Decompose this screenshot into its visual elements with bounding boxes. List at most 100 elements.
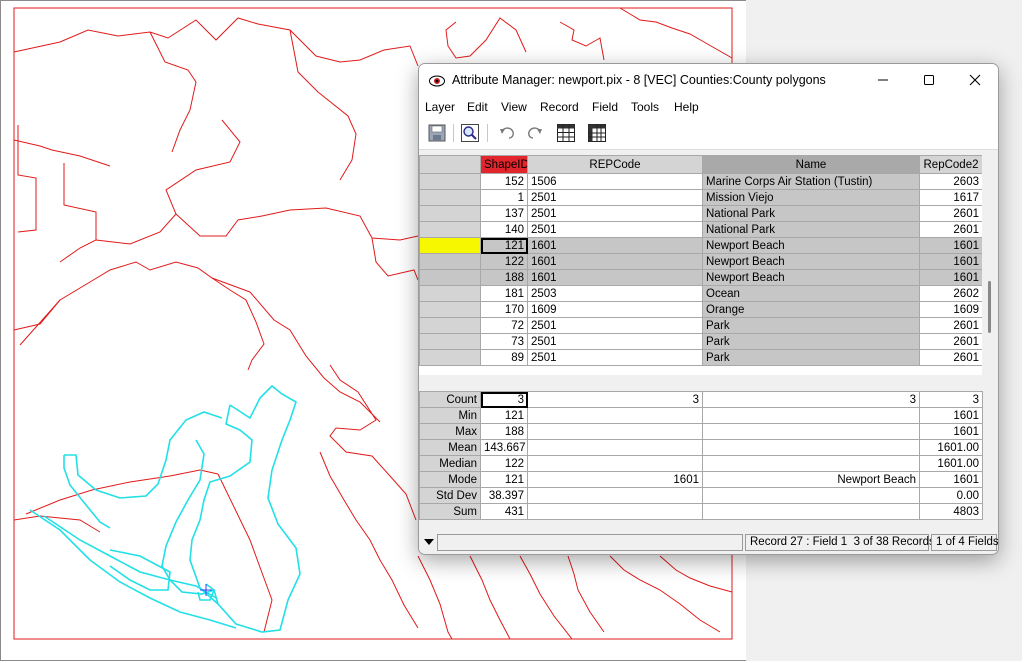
column-header-repcode[interactable]: REPCode — [527, 155, 703, 174]
cell-repcode[interactable]: 2501 — [527, 317, 703, 334]
cell-name[interactable]: Park — [702, 333, 920, 350]
stats-repcode2[interactable]: 1601 — [919, 423, 983, 440]
stats-name[interactable] — [702, 423, 920, 440]
row-header[interactable] — [419, 301, 481, 318]
cell-name[interactable]: Mission Viejo — [702, 189, 920, 206]
cell-name[interactable]: National Park — [702, 221, 920, 238]
cell-shapeid[interactable]: 137 — [480, 205, 528, 222]
cell-repcode[interactable]: 1506 — [527, 173, 703, 190]
cell-repcode[interactable]: 1609 — [527, 301, 703, 318]
cell-repcode[interactable]: 1601 — [527, 253, 703, 270]
maximize-button[interactable] — [906, 64, 952, 97]
cell-repcode2[interactable]: 1601 — [919, 253, 982, 270]
cell-shapeid[interactable]: 72 — [480, 317, 528, 334]
stats-name[interactable] — [702, 455, 920, 472]
scrollbar-thumb[interactable] — [988, 281, 991, 333]
vertical-scrollbar[interactable] — [984, 155, 996, 375]
cell-repcode2[interactable]: 2601 — [919, 349, 982, 366]
stats-repcode[interactable]: 1601 — [527, 471, 703, 488]
cell-repcode2[interactable]: 2601 — [919, 205, 982, 222]
cell-shapeid[interactable]: 170 — [480, 301, 528, 318]
table-row[interactable]: 1 2501 Mission Viejo 1617 — [419, 189, 982, 206]
attribute-table[interactable]: ShapeID REPCode Name RepCode2 152 1506 Mar… — [419, 155, 982, 375]
cell-repcode[interactable]: 2503 — [527, 285, 703, 302]
redo-icon[interactable] — [525, 123, 545, 143]
cell-shapeid[interactable]: 181 — [480, 285, 528, 302]
stats-name[interactable] — [702, 407, 920, 424]
column-header-shapeid[interactable]: ShapeID — [480, 155, 528, 174]
row-header[interactable] — [419, 285, 481, 302]
cell-shapeid[interactable]: 121 — [480, 237, 528, 254]
menu-field[interactable]: Field — [592, 100, 618, 114]
menu-edit[interactable]: Edit — [467, 100, 488, 114]
table-row[interactable]: 181 2503 Ocean 2602 — [419, 285, 982, 302]
stats-shapeid[interactable]: 121 — [480, 407, 528, 424]
save-icon[interactable] — [427, 123, 447, 143]
stats-shapeid[interactable]: 143.667 — [480, 439, 528, 456]
stats-repcode2[interactable]: 1601.00 — [919, 439, 983, 456]
stats-shapeid[interactable]: 188 — [480, 423, 528, 440]
cell-repcode[interactable]: 2501 — [527, 349, 703, 366]
title-bar[interactable]: Attribute Manager: newport.pix - 8 [VEC]… — [419, 64, 998, 97]
table-row[interactable]: 188 1601 Newport Beach 1601 — [419, 269, 982, 286]
cell-repcode2[interactable]: 2602 — [919, 285, 982, 302]
stats-repcode2[interactable]: 0.00 — [919, 487, 983, 504]
cell-repcode2[interactable]: 1601 — [919, 237, 982, 254]
column-header-name[interactable]: Name — [702, 155, 920, 174]
row-header[interactable] — [419, 221, 481, 238]
stats-shapeid[interactable]: 3 — [480, 391, 528, 408]
row-header[interactable] — [419, 237, 481, 254]
minimize-button[interactable] — [860, 64, 906, 97]
cell-shapeid[interactable]: 188 — [480, 269, 528, 286]
row-header[interactable] — [419, 173, 481, 190]
table-row[interactable]: 170 1609 Orange 1609 — [419, 301, 982, 318]
cell-name[interactable]: Park — [702, 349, 920, 366]
stats-name[interactable] — [702, 439, 920, 456]
cell-repcode2[interactable]: 2603 — [919, 173, 982, 190]
row-header[interactable] — [419, 189, 481, 206]
cell-shapeid[interactable]: 73 — [480, 333, 528, 350]
cell-name[interactable]: Newport Beach — [702, 237, 920, 254]
stats-repcode2[interactable]: 1601.00 — [919, 455, 983, 472]
stats-repcode2[interactable]: 3 — [919, 391, 983, 408]
column-header-repcode2[interactable]: RepCode2 — [919, 155, 982, 174]
cell-name[interactable]: Newport Beach — [702, 269, 920, 286]
stats-repcode[interactable]: 3 — [527, 391, 703, 408]
zoom-to-record-icon[interactable] — [460, 123, 480, 143]
stats-name[interactable] — [702, 487, 920, 504]
stats-repcode[interactable] — [527, 503, 703, 520]
menu-help[interactable]: Help — [674, 100, 699, 114]
stats-repcode[interactable] — [527, 439, 703, 456]
row-header[interactable] — [419, 349, 481, 366]
stats-repcode2[interactable]: 4803 — [919, 503, 983, 520]
cell-repcode2[interactable]: 1601 — [919, 269, 982, 286]
cell-shapeid[interactable]: 152 — [480, 173, 528, 190]
row-header[interactable] — [419, 205, 481, 222]
cell-shapeid[interactable]: 1 — [480, 189, 528, 206]
undo-icon[interactable] — [497, 123, 517, 143]
menu-layer[interactable]: Layer — [425, 100, 455, 114]
table-row[interactable]: 152 1506 Marine Corps Air Station (Tustin)… — [419, 173, 982, 190]
stats-repcode[interactable] — [527, 487, 703, 504]
cell-repcode2[interactable]: 1617 — [919, 189, 982, 206]
table-row[interactable]: 72 2501 Park 2601 — [419, 317, 982, 334]
stats-repcode[interactable] — [527, 423, 703, 440]
table-icon[interactable] — [556, 123, 576, 143]
cell-shapeid[interactable]: 122 — [480, 253, 528, 270]
cell-repcode2[interactable]: 1609 — [919, 301, 982, 318]
menu-view[interactable]: View — [501, 100, 527, 114]
menu-tools[interactable]: Tools — [631, 100, 659, 114]
cell-repcode2[interactable]: 2601 — [919, 221, 982, 238]
stats-shapeid[interactable]: 122 — [480, 455, 528, 472]
cell-repcode[interactable]: 2501 — [527, 221, 703, 238]
cell-name[interactable]: Park — [702, 317, 920, 334]
table-row[interactable]: 121 1601 Newport Beach 1601 — [419, 237, 982, 254]
stats-name[interactable] — [702, 503, 920, 520]
stats-name[interactable]: Newport Beach — [702, 471, 920, 488]
cell-repcode[interactable]: 2501 — [527, 189, 703, 206]
row-header[interactable] — [419, 317, 481, 334]
row-header[interactable] — [419, 269, 481, 286]
row-header[interactable] — [419, 253, 481, 270]
stats-repcode[interactable] — [527, 407, 703, 424]
cell-repcode2[interactable]: 2601 — [919, 317, 982, 334]
